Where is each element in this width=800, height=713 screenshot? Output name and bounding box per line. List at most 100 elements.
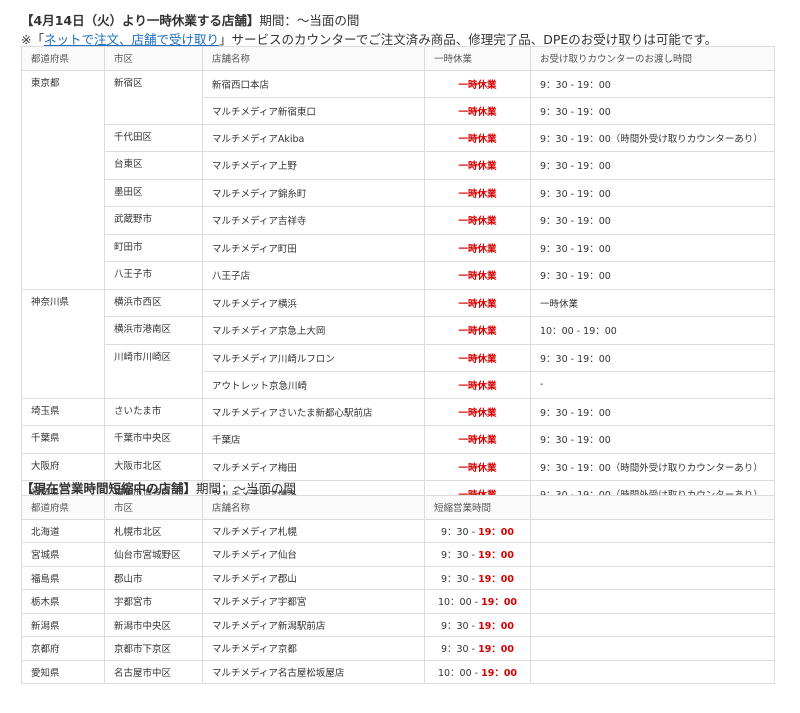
table-row: 八王子市 八王子店 一時休業 9：30 - 19：00: [21, 261, 775, 290]
order-online-pickup-link[interactable]: ネットで注文、店舗で受け取り: [44, 32, 219, 47]
close-time: 19：00: [478, 526, 515, 538]
prefecture-cell: 新潟県: [21, 612, 105, 637]
pickup-hours-cell: -: [530, 370, 775, 399]
closure-status-cell: 一時休業: [424, 69, 531, 98]
table-row: 台東区 マルチメディア上野 一時休業 9：30 - 19：00: [21, 151, 775, 180]
closure-status-cell: 一時休業: [424, 452, 531, 481]
prefecture-cell: 神奈川県: [21, 288, 105, 317]
store-name-cell: マルチメディア横浜: [202, 288, 425, 317]
prefecture-cell: 千葉県: [21, 425, 105, 454]
empty-cell: [530, 565, 775, 590]
pickup-hours-cell: 9：30 - 19：00: [530, 425, 775, 454]
closure-status-cell: 一時休業: [424, 178, 531, 207]
table-row: 千葉県 千葉市中央区 千葉店 一時休業 9：30 - 19：00: [21, 425, 775, 454]
prefecture-cell: 宮城県: [21, 542, 105, 567]
short-hours-cell: 10：00 - 19：00: [424, 589, 531, 614]
store-name-cell: マルチメディア京都: [202, 636, 425, 661]
store-name-cell: マルチメディア吉祥寺: [202, 206, 425, 235]
pickup-hours-cell: 9：30 - 19：00: [530, 178, 775, 207]
open-time: 9：30 -: [440, 644, 479, 656]
closure-status-cell: 一時休業: [424, 261, 531, 290]
pickup-hours-cell: 9：30 - 19：00（時間外受け取りカウンターあり）: [530, 123, 775, 152]
empty-cell: [530, 636, 775, 661]
close-time: 19：00: [478, 644, 515, 656]
city-cell: 墨田区: [104, 178, 203, 207]
store-name-cell: 八王子店: [202, 261, 425, 290]
table-header-row: 都道府県 市区 店舗名称 一時休業 お受け取りカウンターのお渡し時間: [21, 46, 775, 71]
city-cell: 郡山市: [104, 565, 203, 590]
pickup-hours-cell: 9：30 - 19：00: [530, 96, 775, 125]
city-cell: さいたま市: [104, 397, 203, 426]
table-row: 埼玉県 さいたま市 マルチメディアさいたま新都心駅前店 一時休業 9：30 - 19：0…: [21, 397, 775, 426]
table-row: 東京都 新宿区 新宿西口本店 一時休業 9：30 - 19：00: [21, 69, 775, 98]
store-name-cell: 新宿西口本店: [202, 69, 425, 98]
pickup-hours-cell: 10：00 - 19：00: [530, 316, 775, 345]
empty-cell: [530, 542, 775, 567]
close-time: 19：00: [478, 573, 515, 585]
city-cell: [104, 97, 203, 125]
pickup-hours-cell: 9：30 - 19：00（時間外受け取りカウンターあり）: [530, 452, 775, 481]
store-name-cell: マルチメディア錦糸町: [202, 178, 425, 207]
closure-status-cell: 一時休業: [424, 370, 531, 399]
store-name-cell: マルチメディア新潟駅前店: [202, 612, 425, 637]
city-cell: 川崎市川崎区: [104, 343, 203, 371]
store-name-cell: マルチメディア梅田: [202, 452, 425, 481]
empty-cell: [530, 659, 775, 684]
table-row: 京都府 京都市下京区 マルチメディア京都 9：30 - 19：00: [21, 636, 775, 661]
table-row: 栃木県 宇都宮市 マルチメディア宇都宮 10：00 - 19：00: [21, 589, 775, 614]
city-cell: 新潟市中央区: [104, 612, 203, 637]
closed-stores-table: 都道府県 市区 店舗名称 一時休業 お受け取りカウンターのお渡し時間 東京都 新宿…: [21, 46, 775, 509]
prefecture-cell: 京都府: [21, 636, 105, 661]
pickup-hours-cell: 9：30 - 19：00: [530, 261, 775, 290]
store-name-cell: マルチメディア新宿東口: [202, 96, 425, 125]
closure-status-cell: 一時休業: [424, 343, 531, 372]
short-hours-cell: 10：00 - 19：00: [424, 659, 531, 684]
note-suffix: 」サービスのカウンターでご注文済み商品、修理完了品、DPEのお受け取りは可能です…: [219, 32, 718, 47]
store-name-cell: マルチメディアさいたま新都心駅前店: [202, 397, 425, 426]
table-row: 新潟県 新潟市中央区 マルチメディア新潟駅前店 9：30 - 19：00: [21, 612, 775, 637]
section2-period: 期間：～当面の間: [196, 481, 297, 496]
city-cell: 京都市下京区: [104, 636, 203, 661]
city-cell: 新宿区: [104, 69, 203, 97]
section1-title-bold: 【4月14日（火）より一時休業する店舗】: [21, 13, 260, 28]
prefecture-cell: [21, 179, 105, 207]
city-cell: 横浜市西区: [104, 288, 203, 317]
store-name-cell: マルチメディア川崎ルフロン: [202, 343, 425, 372]
pickup-hours-cell: 9：30 - 19：00: [530, 397, 775, 426]
store-name-cell: マルチメディア仙台: [202, 542, 425, 567]
prefecture-cell: 北海道: [21, 518, 105, 543]
city-cell: 横浜市港南区: [104, 316, 203, 345]
pickup-hours-cell: 9：30 - 19：00: [530, 343, 775, 372]
table-row: 墨田区 マルチメディア錦糸町 一時休業 9：30 - 19：00: [21, 178, 775, 207]
table-row: マルチメディア新宿東口 一時休業 9：30 - 19：00: [21, 96, 775, 125]
section2-title-bold: 【現在営業時間短縮中の店舗】: [21, 481, 197, 496]
table-header-row: 都道府県 市区 店舗名称 短縮営業時間: [21, 495, 775, 520]
col-prefecture: 都道府県: [21, 46, 105, 71]
col-closure: 一時休業: [424, 46, 531, 71]
short-hours-cell: 9：30 - 19：00: [424, 518, 531, 543]
open-time: 10：00 -: [437, 667, 482, 679]
prefecture-cell: [21, 316, 105, 344]
store-name-cell: マルチメディア京急上大岡: [202, 316, 425, 345]
city-cell: 町田市: [104, 233, 203, 262]
table-row: 神奈川県 横浜市西区 マルチメディア横浜 一時休業 一時休業: [21, 288, 775, 317]
short-hours-table: 都道府県 市区 店舗名称 短縮営業時間 北海道 札幌市北区 マルチメディア札幌 9：3…: [21, 495, 775, 684]
closure-status-cell: 一時休業: [424, 425, 531, 454]
store-name-cell: アウトレット京急川崎: [202, 370, 425, 399]
table-row: 愛知県 名古屋市中区 マルチメディア名古屋松坂屋店 10：00 - 19：00: [21, 659, 775, 684]
open-time: 9：30 -: [440, 573, 479, 585]
closure-status-cell: 一時休業: [424, 233, 531, 262]
open-time: 9：30 -: [440, 620, 479, 632]
short-hours-cell: 9：30 - 19：00: [424, 612, 531, 637]
prefecture-cell: 福島県: [21, 565, 105, 590]
closure-status-cell: 一時休業: [424, 397, 531, 426]
prefecture-cell: 栃木県: [21, 589, 105, 614]
table-row: 千代田区 マルチメディアAkiba 一時休業 9：30 - 19：00（時間外受け取り…: [21, 123, 775, 152]
store-name-cell: マルチメディア宇都宮: [202, 589, 425, 614]
pickup-hours-cell: 9：30 - 19：00: [530, 233, 775, 262]
section1-title: 【4月14日（火）より一時休業する店舗】期間：～当面の間: [21, 10, 359, 29]
pickup-hours-cell: 一時休業: [530, 288, 775, 317]
close-time: 19：00: [478, 550, 515, 562]
store-name-cell: マルチメディア郡山: [202, 565, 425, 590]
open-time: 9：30 -: [440, 550, 479, 562]
